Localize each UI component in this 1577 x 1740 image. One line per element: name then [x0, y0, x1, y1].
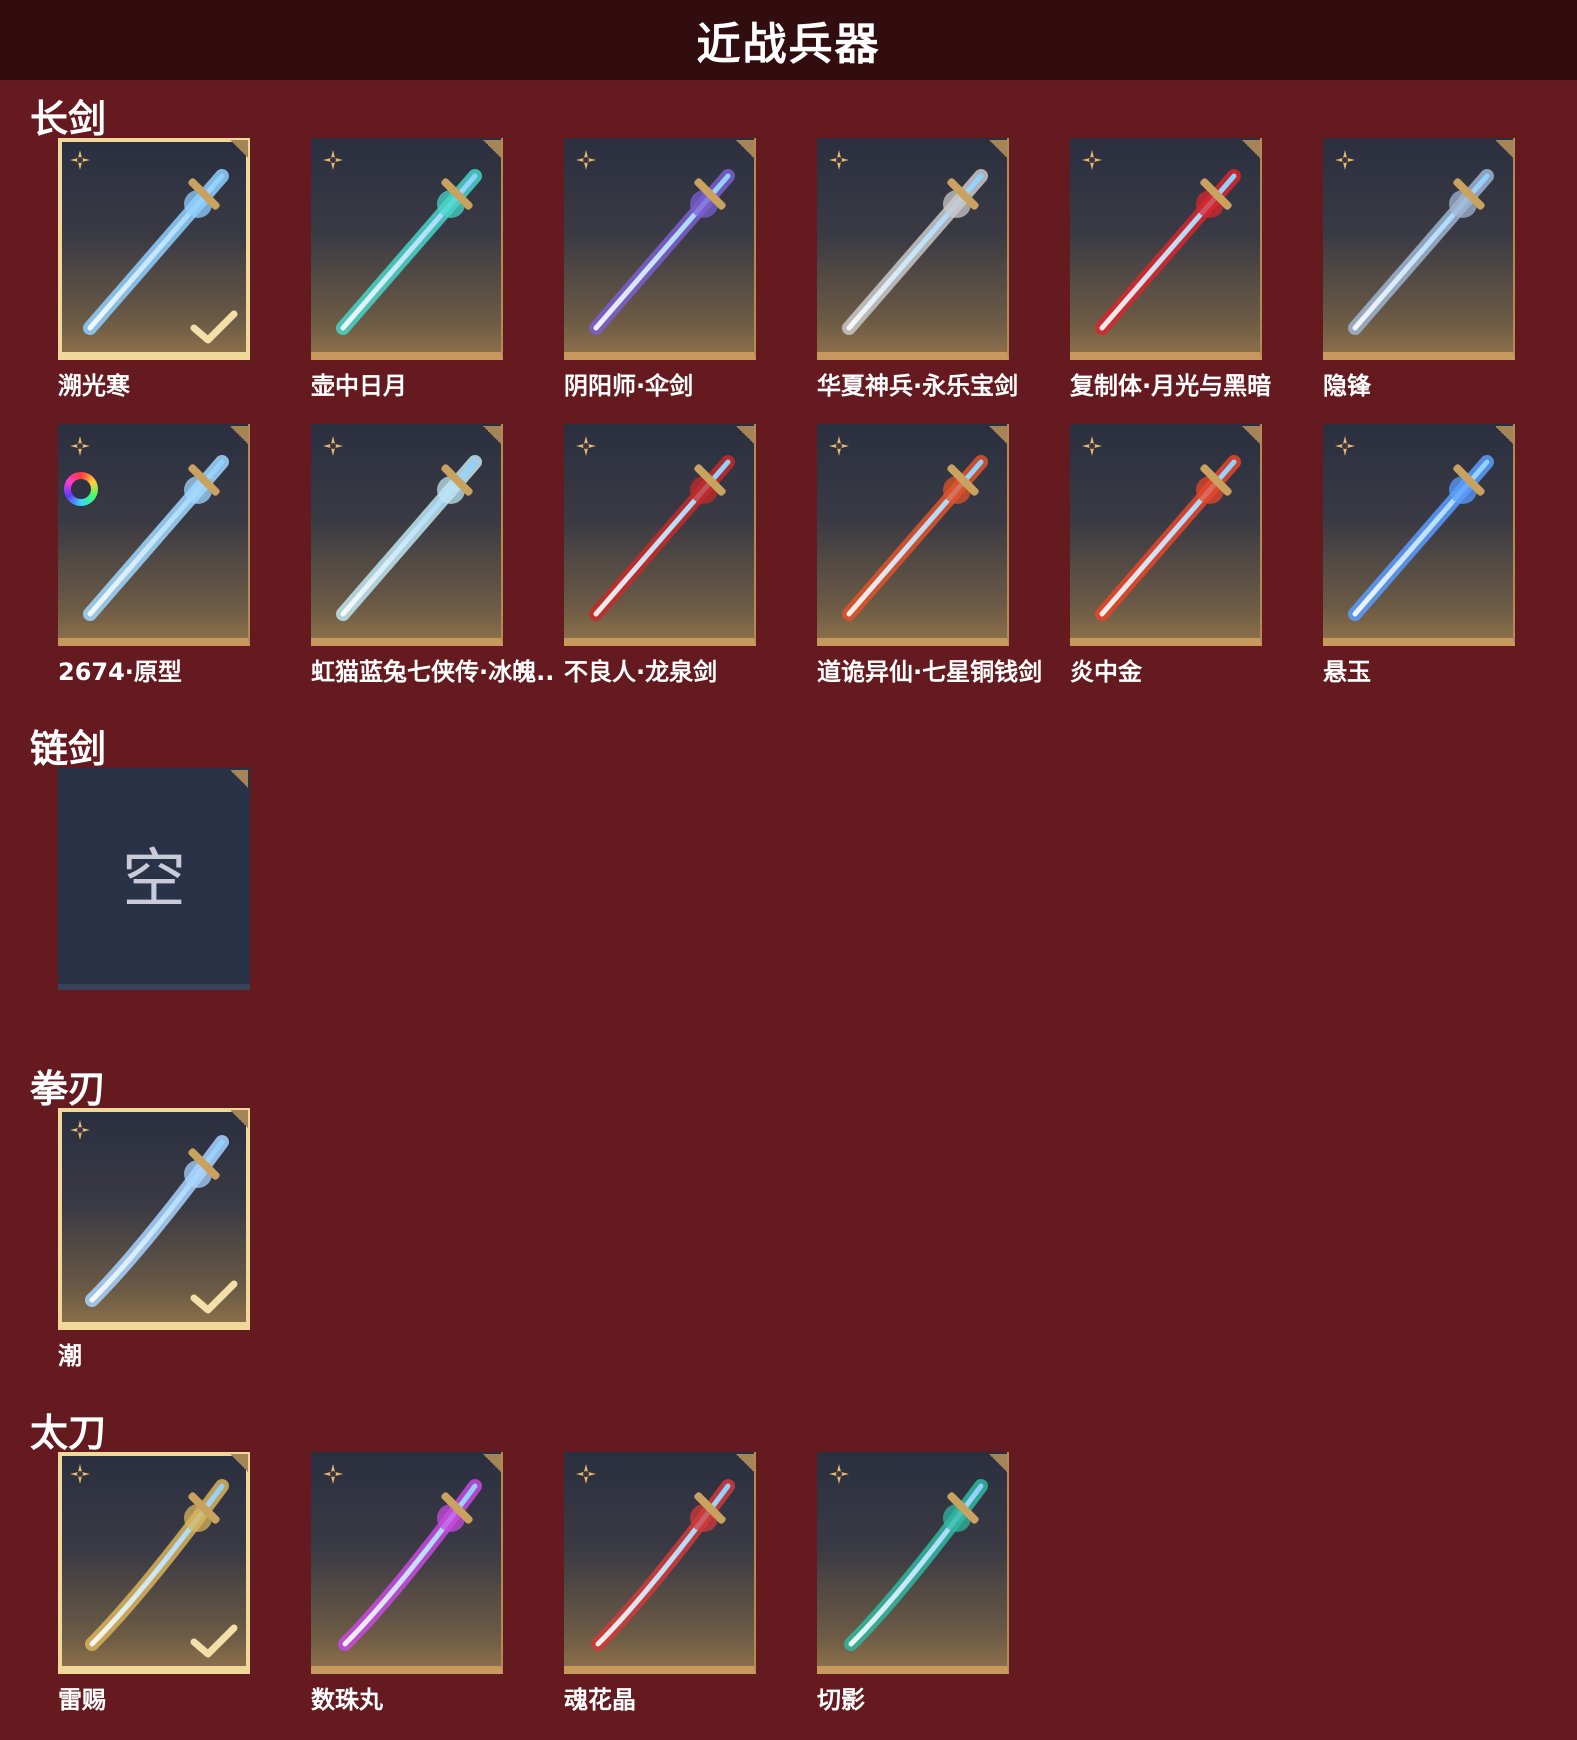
- corner-tab-icon: [1493, 426, 1513, 446]
- weapon-card[interactable]: [817, 138, 1009, 360]
- equipped-check-icon: [190, 1280, 238, 1316]
- crystal-katana-icon: [578, 1474, 748, 1654]
- corner-tab-icon: [1240, 426, 1260, 446]
- corner-tab-icon: [228, 140, 248, 160]
- weapon-name-label: 切影: [817, 1686, 865, 1714]
- empty-slot-label: 空: [122, 843, 186, 917]
- weapon-name-label: 不良人·龙泉剑: [564, 658, 718, 686]
- weapon-card[interactable]: [1070, 424, 1262, 646]
- weapon-card[interactable]: [311, 138, 503, 360]
- weapon-name-label: 隐锋: [1323, 372, 1371, 400]
- corner-tab-icon: [734, 1454, 754, 1474]
- weapon-card[interactable]: [58, 424, 250, 646]
- corner-tab-icon: [481, 426, 501, 446]
- corner-tab-icon: [481, 1454, 501, 1474]
- weapon-card[interactable]: [564, 1452, 756, 1674]
- corner-tab-icon: [228, 426, 248, 446]
- weapon-name-label: 数珠丸: [311, 1686, 383, 1714]
- corner-tab-icon: [228, 1454, 248, 1474]
- weapon-card[interactable]: [564, 138, 756, 360]
- weapon-name-label: 雷赐: [58, 1686, 106, 1714]
- corner-tab-icon: [1240, 140, 1260, 160]
- corner-tab-icon: [1493, 140, 1513, 160]
- weapon-card[interactable]: [817, 424, 1009, 646]
- weapon-name-label: 2674·原型: [58, 658, 182, 686]
- page-title: 近战兵器: [696, 19, 881, 70]
- bead-katana-icon: [325, 1474, 495, 1654]
- section-heading: 拳刃: [30, 1067, 107, 1111]
- weapon-card[interactable]: [1323, 138, 1515, 360]
- title-bar: 近战兵器: [0, 0, 1577, 80]
- weapon-name-label: 复制体·月光与黑暗: [1070, 372, 1272, 400]
- weapon-name-label: 华夏神兵·永乐宝剑: [817, 372, 1019, 400]
- frost-sword-icon: [325, 446, 495, 626]
- azure-sword-icon: [1337, 446, 1507, 626]
- weapon-name-label: 阴阳师·伞剑: [564, 372, 694, 400]
- weapon-card[interactable]: [817, 1452, 1009, 1674]
- equipped-check-icon: [190, 310, 238, 346]
- jade-sword-icon: [325, 160, 495, 340]
- dye-color-icon: [64, 472, 98, 506]
- flame-sword-icon: [1084, 446, 1254, 626]
- weapon-card[interactable]: [58, 1108, 250, 1330]
- corner-tab-icon: [481, 140, 501, 160]
- corner-tab-icon: [987, 140, 1007, 160]
- section-heading: 长剑: [30, 97, 107, 141]
- weapon-name-label: 道诡异仙·七星铜钱剑: [817, 658, 1043, 686]
- shadow-katana-icon: [831, 1474, 1001, 1654]
- crimson-sword-icon: [1084, 160, 1254, 340]
- corner-tab-icon: [228, 770, 248, 790]
- light-sword-icon: [72, 446, 242, 626]
- corner-tab-icon: [734, 426, 754, 446]
- weapon-card[interactable]: [58, 138, 250, 360]
- weapon-name-label: 溯光寒: [58, 372, 130, 400]
- weapon-card[interactable]: [311, 424, 503, 646]
- dark-sword-icon: [578, 446, 748, 626]
- steel-sword-icon: [831, 160, 1001, 340]
- coin-sword-icon: [831, 446, 1001, 626]
- thin-sword-icon: [1337, 160, 1507, 340]
- weapon-name-label: 炎中金: [1070, 658, 1142, 686]
- section-heading: 太刀: [30, 1411, 107, 1455]
- weapon-name-label: 潮: [58, 1342, 82, 1370]
- weapon-name-label: 壶中日月: [311, 372, 407, 400]
- empty-weapon-slot[interactable]: 空: [58, 768, 250, 990]
- corner-tab-icon: [987, 1454, 1007, 1474]
- weapon-card[interactable]: [564, 424, 756, 646]
- weapon-name-label: 悬玉: [1323, 658, 1371, 686]
- weapon-card[interactable]: [1070, 138, 1262, 360]
- weapon-name-label: 虹猫蓝兔七侠传·冰魄..: [311, 658, 555, 686]
- corner-tab-icon: [228, 1110, 248, 1130]
- corner-tab-icon: [987, 426, 1007, 446]
- corner-tab-icon: [734, 140, 754, 160]
- weapon-name-label: 魂花晶: [564, 1686, 636, 1714]
- umbrella-sword-icon: [578, 160, 748, 340]
- equipped-check-icon: [190, 1624, 238, 1660]
- section-heading: 链剑: [30, 727, 107, 771]
- weapon-card[interactable]: [1323, 424, 1515, 646]
- weapon-card[interactable]: [58, 1452, 250, 1674]
- weapon-card[interactable]: [311, 1452, 503, 1674]
